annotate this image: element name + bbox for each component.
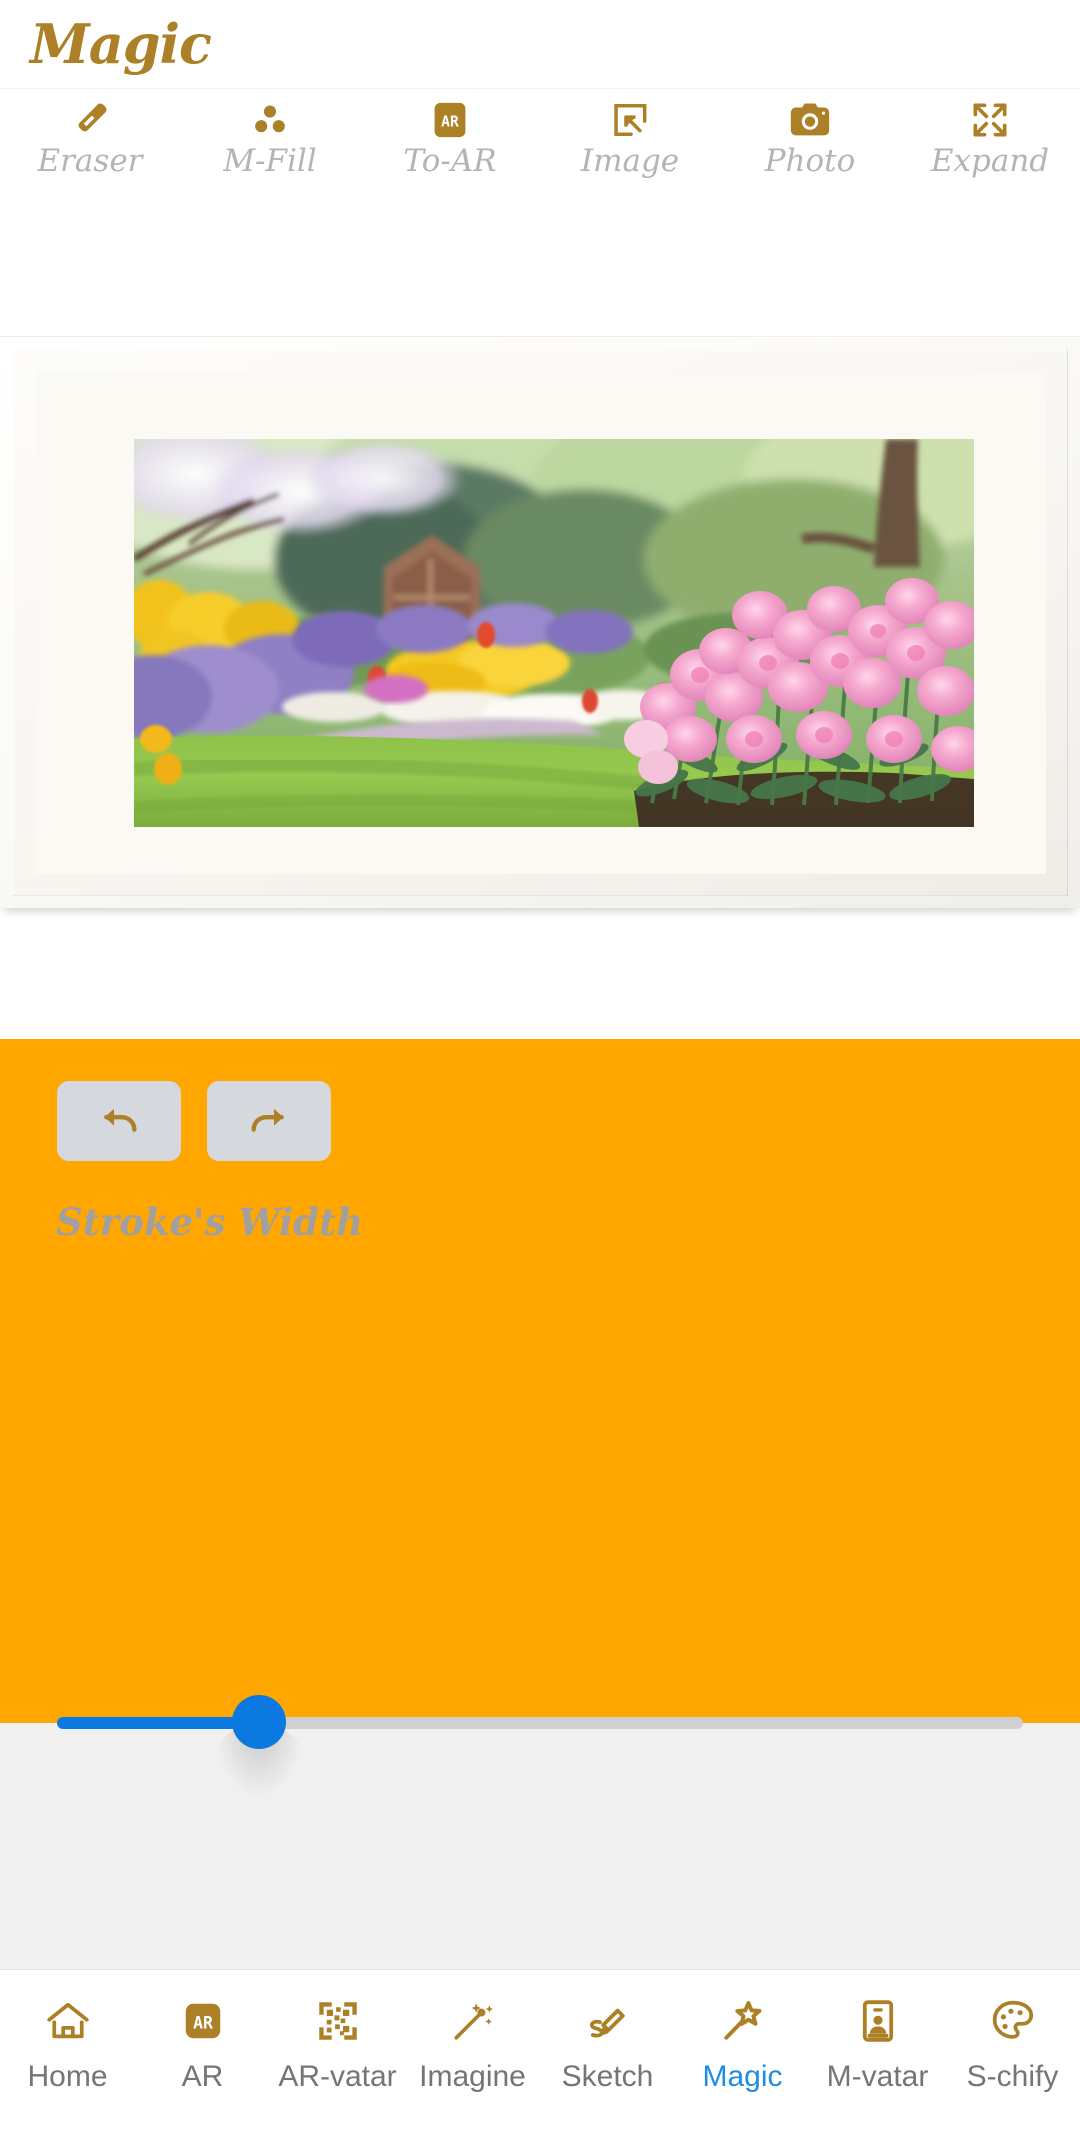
nav-label: Magic [702,2060,783,2093]
stroke-width-slider[interactable] [0,1695,1080,1820]
tool-label: To-AR [403,143,497,179]
stroke-control-panel: Stroke's Width [0,1039,1080,1723]
ar-badge-icon: AR [180,1992,226,2050]
nav-label: Imagine [419,2060,526,2093]
magic-wand-sparkle-icon [449,1992,497,2050]
stroke-width-label: Stroke's Width [56,1200,364,1244]
magic-toolbar: Eraser M-Fill AR To-AR Image Photo Expan… [0,88,1080,188]
picture-frame [0,336,1080,908]
tool-label: Eraser [37,143,143,179]
id-person-card-icon [854,1992,902,2050]
nav-label: M-vatar [826,2060,929,2093]
garden-photo[interactable] [134,439,974,827]
nav-label: AR-vatar [278,2060,397,2093]
nav-label: AR [181,2060,224,2093]
nav-item-home[interactable]: Home [0,1992,135,2092]
tool-photo[interactable]: Photo [720,97,900,178]
nav-item-magic[interactable]: Magic [675,1992,810,2092]
bottom-navigation: Home AR AR AR-vatar Imagine Sketch Magic… [0,1969,1080,2150]
frame-bevel [12,349,1068,896]
tool-label: Photo [764,143,856,179]
nav-item-sketch[interactable]: Sketch [540,1992,675,2092]
eraser-icon [68,97,112,143]
nav-label: S-chify [966,2060,1059,2093]
framed-artwork[interactable] [0,336,1080,914]
tool-label: Image [580,143,680,179]
history-controls [57,1081,331,1161]
redo-button[interactable] [207,1081,331,1161]
three-dots-fill-icon [248,97,292,143]
paint-palette-icon [988,1992,1038,2050]
nav-label: Home [27,2060,108,2093]
pencil-sketch-icon [584,1992,632,2050]
svg-text:AR: AR [193,2013,213,2032]
tool-image[interactable]: Image [540,97,720,178]
nav-item-ar[interactable]: AR AR [135,1992,270,2092]
nav-item-m-vatar[interactable]: M-vatar [810,1992,945,2092]
svg-text:AR: AR [441,113,459,130]
ar-badge-icon: AR [429,97,471,143]
camera-icon [787,97,833,143]
page-title: Magic [30,12,212,76]
nav-item-imagine[interactable]: Imagine [405,1992,540,2092]
tool-label: Expand [930,143,1050,179]
tool-label: M-Fill [223,143,317,179]
app-header: Magic [0,0,1080,88]
qr-code-icon [313,1992,363,2050]
nav-item-s-chify[interactable]: S-chify [945,1992,1080,2092]
home-icon [43,1992,93,2050]
tool-to-ar[interactable]: AR To-AR [360,97,540,178]
tool-m-fill[interactable]: M-Fill [180,97,360,178]
undo-button[interactable] [57,1081,181,1161]
tool-eraser[interactable]: Eraser [0,97,180,178]
frame-mat [36,371,1046,874]
star-wand-icon [718,1992,768,2050]
app-root: Magic Eraser M-Fill AR To-AR Image Photo… [0,0,1080,2150]
slider-thumb[interactable] [232,1695,286,1749]
image-import-icon [608,97,652,143]
tool-expand[interactable]: Expand [900,97,1080,178]
slider-track[interactable] [57,1717,1023,1729]
nav-label: Sketch [561,2060,654,2093]
nav-item-ar-vatar[interactable]: AR-vatar [270,1992,405,2092]
expand-arrows-icon [968,97,1012,143]
